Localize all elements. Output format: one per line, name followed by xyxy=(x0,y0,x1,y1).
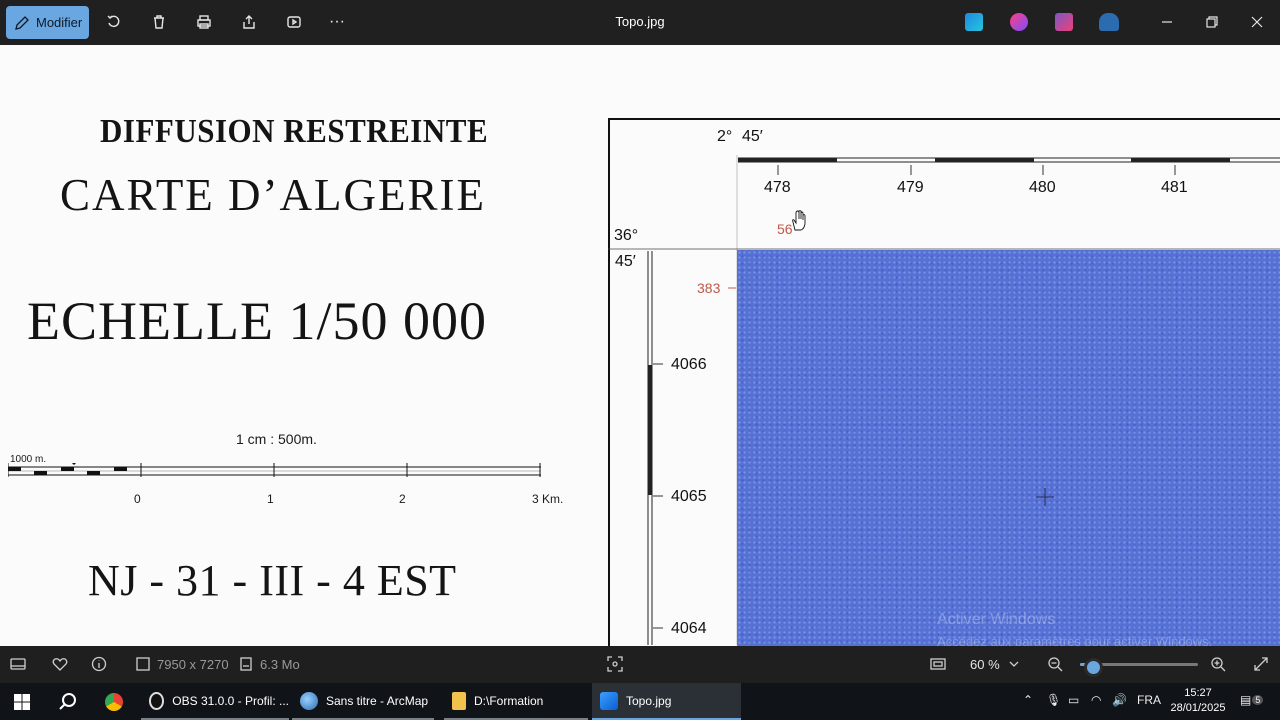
hand-cursor-icon xyxy=(792,210,806,231)
taskbar-photos[interactable]: Topo.jpg xyxy=(592,683,741,720)
crosshair-icon xyxy=(1036,488,1054,506)
map-sheet-id: NJ - 31 - III - 4 EST xyxy=(88,556,457,605)
taskbar-item-label: Topo.jpg xyxy=(626,693,672,708)
northing-label: 4066 xyxy=(671,356,707,373)
scalebar-tick-3: 3 Km. xyxy=(532,492,564,506)
folder-icon xyxy=(452,691,466,710)
favorite-icon[interactable] xyxy=(52,656,68,672)
notification-count: 5 xyxy=(1252,695,1264,705)
clock-date: 28/01/2025 xyxy=(1170,702,1226,714)
zoom-out-icon[interactable] xyxy=(1047,656,1063,672)
share-icon[interactable] xyxy=(239,12,259,32)
obs-icon xyxy=(149,691,165,710)
app-designer-icon[interactable] xyxy=(1055,13,1073,31)
search-icon xyxy=(59,692,76,710)
edit-button-label: Modifier xyxy=(36,15,83,30)
clock[interactable]: 15:27 28/01/2025 xyxy=(1163,686,1233,716)
arcmap-icon xyxy=(300,691,318,710)
map-water-area xyxy=(737,250,1280,646)
windows-logo-icon xyxy=(14,693,30,710)
info-icon[interactable] xyxy=(91,656,107,672)
chevron-down-icon xyxy=(1009,661,1019,667)
battery-icon[interactable]: ▭ xyxy=(1068,693,1079,707)
taskbar-item-label: OBS 31.0.0 - Profil: ... xyxy=(172,693,289,708)
northing-label: 4064 xyxy=(671,620,707,637)
edit-icon xyxy=(15,15,29,30)
easting-label: 480 xyxy=(1029,179,1056,196)
microphone-icon[interactable]: 🎙 xyxy=(1046,693,1061,707)
scalebar-tick-0: 0 xyxy=(134,492,141,506)
taskbar-explorer[interactable]: D:\Formation xyxy=(444,683,588,720)
zoom-value: 60 % xyxy=(970,656,1000,672)
zoom-slider-thumb[interactable] xyxy=(1083,658,1103,677)
easting-label: 478 xyxy=(764,179,791,196)
scalebar-tick-2: 2 xyxy=(399,492,406,506)
activation-watermark-sub: Accédez aux paramètres pour activer Wind… xyxy=(937,634,1213,646)
onedrive-icon[interactable] xyxy=(1099,13,1119,31)
app-clipchamp-icon[interactable] xyxy=(965,13,983,31)
volume-icon[interactable]: 🔊 xyxy=(1112,693,1127,707)
start-button[interactable] xyxy=(6,683,40,720)
taskbar-arcmap[interactable]: Sans titre - ArcMap xyxy=(292,683,434,720)
fullscreen-icon[interactable] xyxy=(1253,656,1269,672)
map-restriction-header: DIFFUSION RESTREINTE xyxy=(100,111,489,150)
zoom-in-icon[interactable] xyxy=(1210,656,1226,672)
image-size-icon xyxy=(136,657,150,671)
notification-center[interactable]: ▤ 5 xyxy=(1240,693,1264,707)
northing-label: 4065 xyxy=(671,488,707,505)
image-viewer-canvas[interactable]: DIFFUSION RESTREINTE CARTE D’ALGERIE ECH… xyxy=(0,45,1280,646)
edit-button[interactable]: Modifier xyxy=(6,6,89,39)
restore-button[interactable] xyxy=(1200,10,1224,34)
longitude-degrees: 2° xyxy=(717,128,733,145)
title-bar: Modifier ··· Topo.jpg xyxy=(0,0,1280,45)
wifi-icon[interactable]: ◠ xyxy=(1091,693,1101,707)
zoom-dropdown[interactable]: 60 % xyxy=(970,656,1022,672)
activation-watermark: Activer Windows xyxy=(937,611,1056,628)
latitude-degrees: 36° xyxy=(614,227,639,244)
taskbar-item-label: D:\Formation xyxy=(474,693,544,708)
file-size-icon xyxy=(240,657,252,671)
scale-bar xyxy=(8,463,541,477)
scalebar-tick-1: 1 xyxy=(267,492,274,506)
file-size: 6.3 Mo xyxy=(260,656,300,672)
map-scale: ECHELLE 1/50 000 xyxy=(27,291,487,351)
crop-scan-icon[interactable] xyxy=(607,656,623,672)
image-dimensions: 7950 x 7270 xyxy=(157,656,229,672)
clock-time: 15:27 xyxy=(1184,687,1212,699)
zoom-slider[interactable] xyxy=(1080,658,1198,677)
video-editor-icon[interactable] xyxy=(284,12,304,32)
red-grid-mark: 383 xyxy=(697,280,721,296)
minimize-button[interactable] xyxy=(1155,10,1179,34)
tray-overflow-icon[interactable]: ⌃ xyxy=(1023,693,1033,707)
status-bar: 7950 x 7270 6.3 Mo 60 % xyxy=(0,646,1280,683)
close-button[interactable] xyxy=(1245,10,1269,34)
notification-icon: ▤ xyxy=(1240,693,1252,707)
taskbar: OBS 31.0.0 - Profil: ... Sans titre - Ar… xyxy=(0,683,1280,720)
taskbar-obs[interactable]: OBS 31.0.0 - Profil: ... xyxy=(141,683,289,720)
fit-to-window-icon[interactable] xyxy=(930,656,946,672)
scale-ratio: 1 cm : 500m. xyxy=(236,431,317,447)
filmstrip-icon[interactable] xyxy=(10,656,26,672)
taskbar-chrome[interactable] xyxy=(97,683,135,720)
taskbar-item-label: Sans titre - ArcMap xyxy=(326,693,429,708)
taskbar-search-button[interactable] xyxy=(50,683,84,720)
easting-label: 479 xyxy=(897,179,924,196)
latitude-minutes: 45′ xyxy=(615,253,636,270)
longitude-minutes: 45′ xyxy=(742,128,763,145)
language-indicator[interactable]: FRA xyxy=(1137,693,1161,707)
more-options-icon[interactable]: ··· xyxy=(327,12,347,32)
photos-icon xyxy=(600,691,618,710)
easting-label: 481 xyxy=(1161,179,1188,196)
app-copilot-icon[interactable] xyxy=(1010,13,1028,31)
delete-icon[interactable] xyxy=(149,12,169,32)
print-icon[interactable] xyxy=(194,12,214,32)
rotate-icon[interactable] xyxy=(104,12,124,32)
chrome-icon xyxy=(105,692,123,711)
window-title: Topo.jpg xyxy=(615,14,665,29)
map-title: CARTE D’ALGERIE xyxy=(60,170,486,220)
